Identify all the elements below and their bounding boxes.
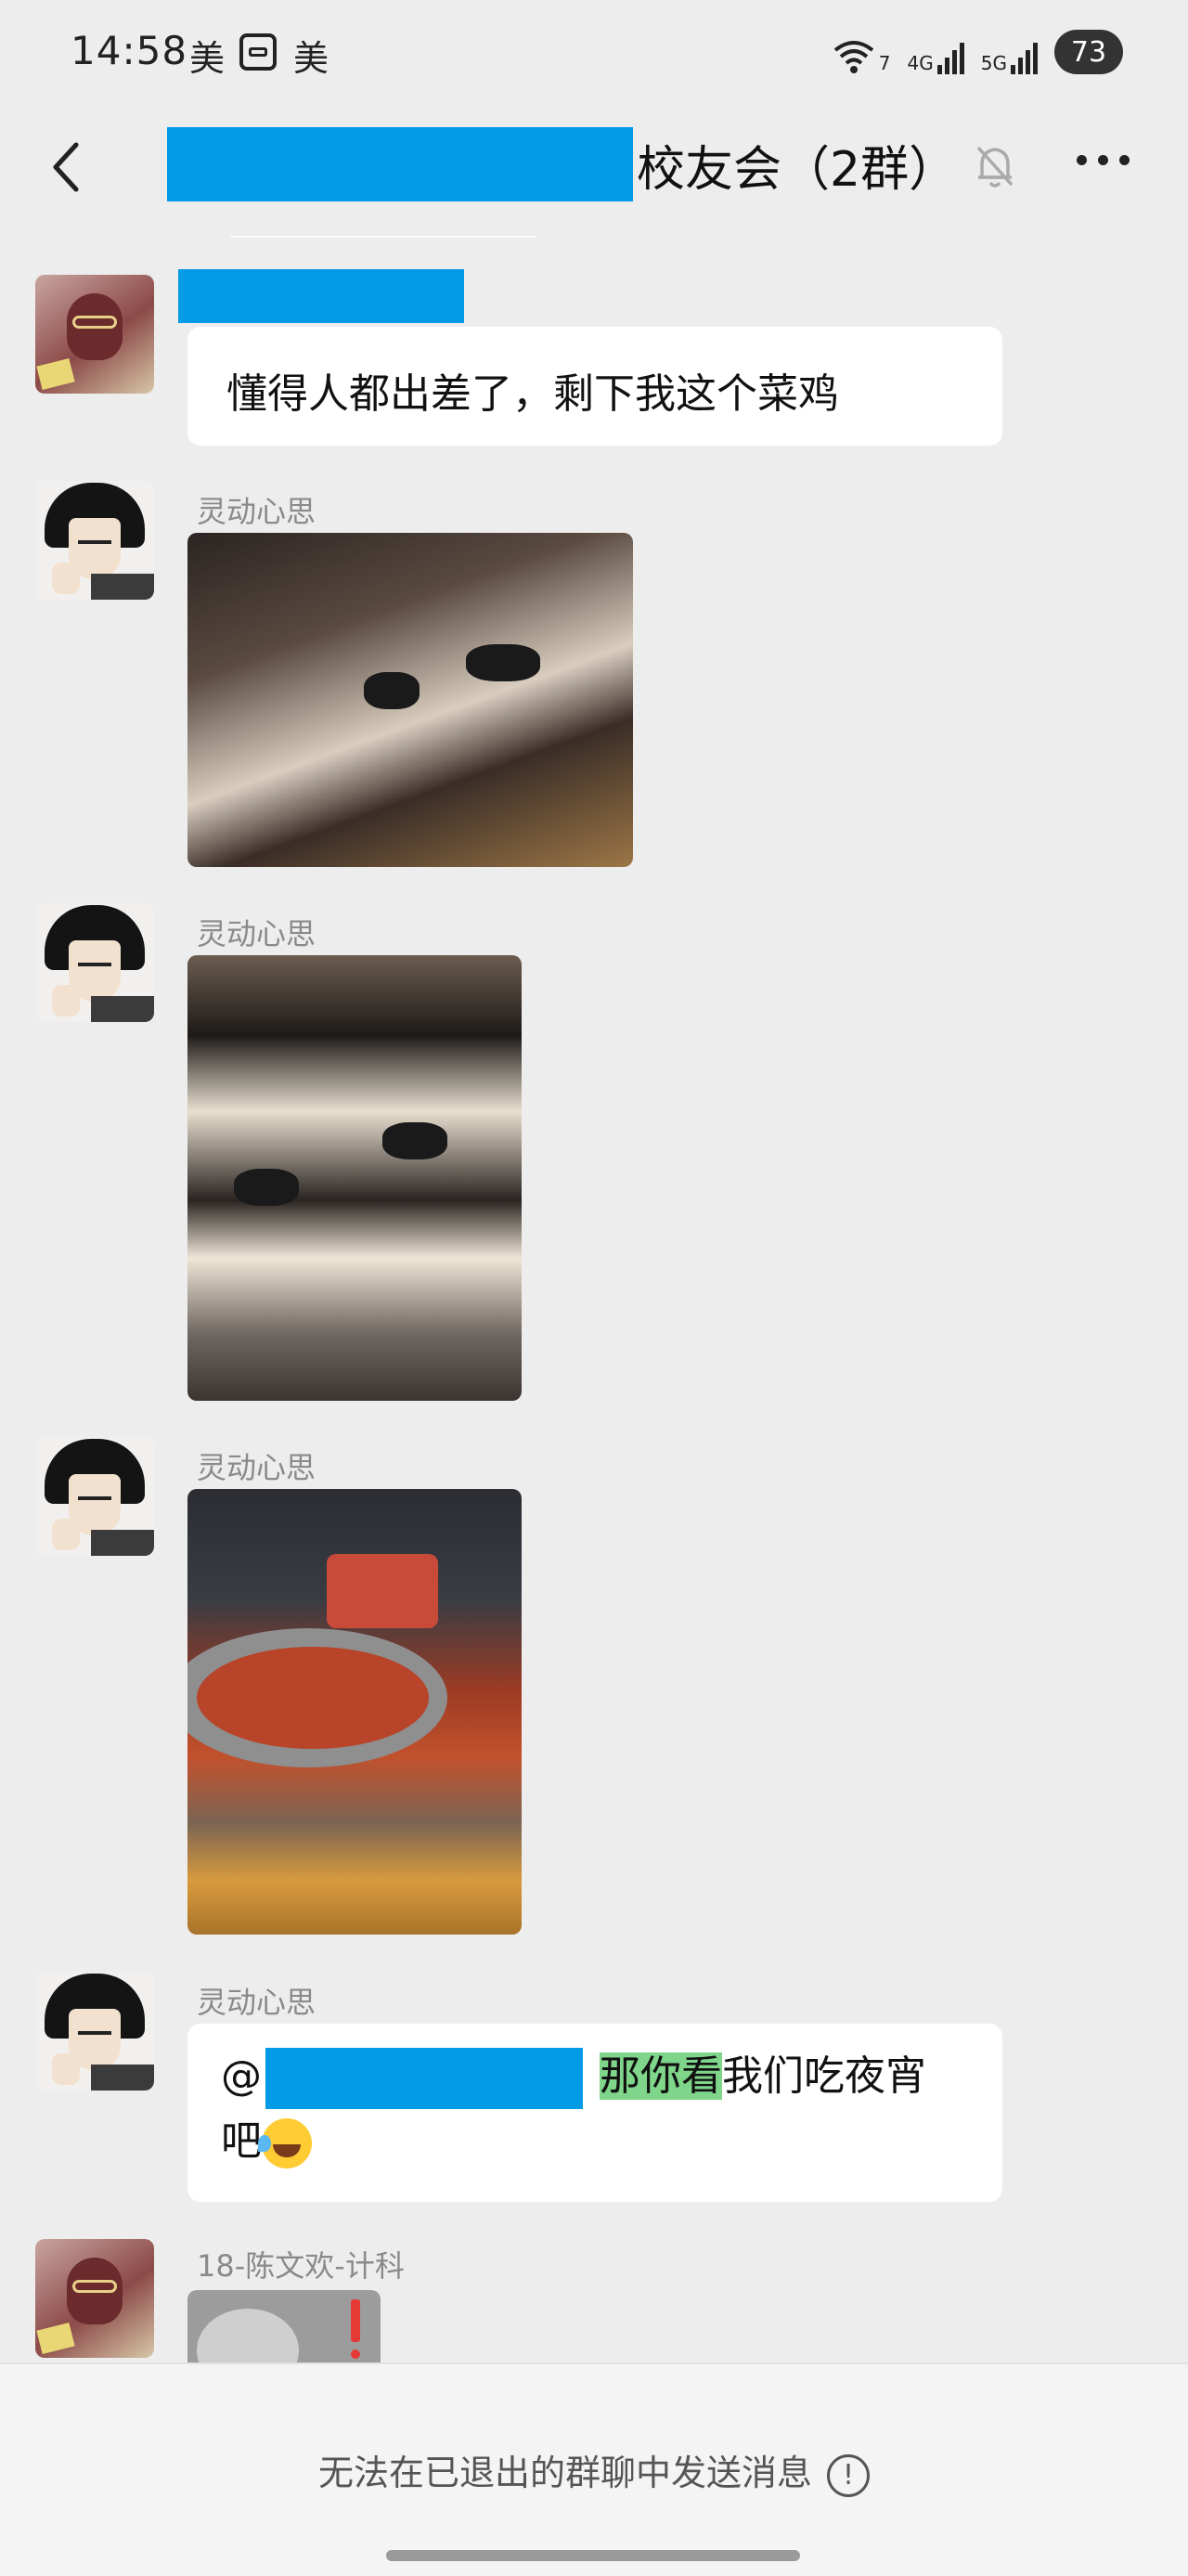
home-indicator[interactable] — [386, 2550, 800, 2561]
info-icon[interactable]: ! — [827, 2453, 870, 2497]
chat-header: 校友会（2群） — [0, 107, 1188, 227]
message-text: 我们吃夜宵 — [722, 2052, 926, 2100]
highlighted-text: 那你看 — [600, 2052, 722, 2100]
avatar[interactable] — [35, 2239, 154, 2358]
app-notification-icon-2: 美 — [293, 38, 329, 79]
divider — [230, 236, 536, 238]
sender-name: 灵动心思 — [197, 1450, 316, 1485]
image-message[interactable] — [187, 1489, 522, 1935]
exit-notice: 无法在已退出的群聊中发送消息! — [0, 2444, 1188, 2497]
signal-4g-label: 4G — [907, 52, 934, 74]
more-dots-icon[interactable] — [1077, 155, 1130, 165]
image-message[interactable] — [187, 533, 633, 867]
image-message[interactable] — [187, 955, 522, 1401]
sender-name: 灵动心思 — [197, 1985, 316, 2020]
battery-indicator: 73 — [1054, 30, 1123, 74]
mention-prefix: @ — [221, 2052, 262, 2100]
avatar[interactable] — [35, 1437, 154, 1556]
wifi-icon: 7 — [833, 30, 891, 74]
status-icons: 7 4G 5G 73 — [833, 24, 1123, 80]
message-text-line2: 吧 — [221, 2117, 262, 2165]
message-bubble[interactable]: @ 那你看我们吃夜宵 吧 — [187, 2024, 1002, 2202]
bell-off-icon[interactable] — [973, 142, 1017, 190]
signal-4g-icon: 4G — [908, 30, 964, 74]
redacted-mention — [265, 2048, 583, 2109]
chat-title-text: 校友会（2群） — [637, 141, 958, 198]
avatar[interactable] — [35, 481, 154, 600]
status-bar: 14:58 美 美 7 4G 5G 73 — [0, 0, 1188, 107]
app-notification-icon: 美 — [189, 38, 226, 79]
chat-title: 校友会（2群） — [167, 127, 957, 201]
redacted-block — [167, 127, 633, 201]
avatar[interactable] — [35, 903, 154, 1022]
sender-name: 灵动心思 — [197, 916, 316, 951]
message-item: 18-陈文欢-计科 — [0, 2239, 1188, 2362]
avatar[interactable] — [35, 1972, 154, 2091]
status-time: 14:58 — [71, 28, 188, 73]
input-area-disabled: 无法在已退出的群聊中发送消息! — [0, 2362, 1188, 2576]
avatar[interactable] — [35, 275, 154, 394]
laughing-crying-emoji-icon — [258, 2118, 312, 2168]
signal-5g-icon: 5G — [981, 30, 1038, 74]
sender-name: 18-陈文欢-计科 — [197, 2248, 405, 2284]
wifi-label: 7 — [878, 52, 891, 74]
redacted-sender — [178, 269, 464, 323]
exclamation-icon — [351, 2299, 360, 2359]
image-message[interactable] — [187, 2290, 381, 2362]
chevron-left-icon[interactable] — [45, 139, 91, 195]
scan-icon — [239, 33, 277, 71]
message-bubble[interactable]: 懂得人都出差了，剩下我这个菜鸡 — [187, 327, 1002, 446]
signal-5g-label: 5G — [980, 52, 1007, 74]
sender-name: 灵动心思 — [197, 494, 316, 529]
exit-notice-text: 无法在已退出的群聊中发送消息 — [317, 2453, 812, 2493]
